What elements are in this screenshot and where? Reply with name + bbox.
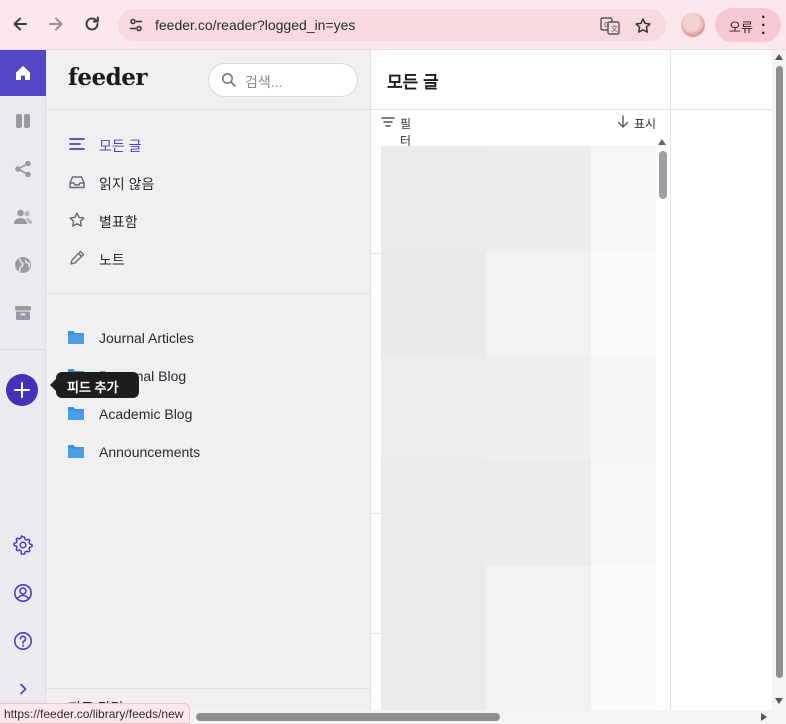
- plus-icon: [14, 382, 30, 398]
- row-divider: [371, 253, 381, 254]
- skeleton-block: [591, 146, 656, 251]
- search-input[interactable]: 검색...: [208, 63, 358, 97]
- folder-label: Journal Articles: [99, 330, 194, 346]
- row-divider: [371, 633, 381, 634]
- reader-header-divider: [671, 109, 775, 110]
- skeleton-thumb: [381, 251, 486, 356]
- skeleton-block: [591, 251, 656, 356]
- filter-label: 필터: [400, 117, 412, 148]
- sort-arrow-down-icon: [617, 115, 629, 128]
- site-info-icon[interactable]: [128, 17, 144, 33]
- profile-error-button[interactable]: 오류 · · ·: [715, 8, 781, 42]
- add-feed-tooltip: 피드 추가: [50, 372, 139, 398]
- rail-divider: [0, 349, 46, 350]
- page-vertical-scroll-thumb[interactable]: [776, 66, 783, 678]
- filter-icon: [381, 117, 395, 127]
- articles-title: 모든 글: [387, 73, 439, 92]
- forward-icon[interactable]: [42, 10, 70, 38]
- articles-header-divider: [371, 109, 671, 110]
- search-placeholder: 검색...: [245, 74, 283, 90]
- columns-icon[interactable]: [11, 109, 35, 133]
- nav-all-articles[interactable]: 모든 글: [68, 133, 348, 157]
- expand-chevron-icon[interactable]: [11, 677, 35, 701]
- settings-gear-icon[interactable]: [11, 533, 35, 557]
- nav-starred[interactable]: 별표함: [68, 209, 348, 233]
- back-icon[interactable]: [6, 10, 34, 38]
- translate-icon[interactable]: G文: [600, 16, 620, 36]
- skeleton-thumb: [381, 566, 486, 724]
- nav-label: 읽지 않음: [99, 176, 155, 192]
- error-label: 오류: [729, 20, 753, 35]
- skeleton-block: [486, 251, 591, 356]
- status-link-preview: https://feeder.co/library/feeds/new: [0, 703, 191, 724]
- team-icon[interactable]: [11, 205, 35, 229]
- skeleton-block: [486, 356, 591, 461]
- list-icon: [69, 138, 85, 150]
- row-divider: [371, 513, 381, 514]
- star-icon: [69, 212, 85, 227]
- skeleton-block: [591, 356, 656, 461]
- scroll-up-arrow-icon[interactable]: [658, 139, 666, 145]
- folder-icon: [68, 331, 84, 344]
- folder-icon: [68, 407, 84, 420]
- nav-label: 노트: [99, 252, 125, 268]
- page-horizontal-scroll-thumb[interactable]: [196, 713, 500, 721]
- skeleton-block: [591, 461, 656, 566]
- folder-academic-blog[interactable]: Academic Blog: [68, 403, 348, 427]
- bookmark-star-icon[interactable]: [633, 16, 653, 36]
- sidebar-header-divider: [46, 109, 370, 110]
- scroll-right-arrow-icon[interactable]: [761, 713, 767, 721]
- nav-unread[interactable]: 읽지 않음: [68, 171, 348, 195]
- reader-pane: [671, 50, 775, 724]
- nav-label: 별표함: [99, 214, 138, 230]
- scroll-up-arrow-icon[interactable]: [775, 54, 783, 60]
- reload-icon[interactable]: [78, 10, 106, 38]
- folder-label: Announcements: [99, 444, 201, 460]
- skeleton-block: [486, 146, 591, 251]
- url-text[interactable]: feeder.co/reader?logged_in=yes: [155, 17, 355, 33]
- sidebar-divider: [46, 293, 370, 294]
- account-icon[interactable]: [11, 581, 35, 605]
- svg-text:G: G: [604, 21, 609, 29]
- share-icon[interactable]: [11, 157, 35, 181]
- display-label: 표시: [634, 117, 657, 131]
- skeleton-block: [591, 566, 656, 724]
- address-bar[interactable]: feeder.co/reader?logged_in=yes G文: [118, 9, 666, 41]
- folder-icon: [68, 445, 84, 458]
- nav-notes[interactable]: 노트: [68, 247, 348, 271]
- feeder-logo[interactable]: feeder: [68, 64, 148, 91]
- sidebar-footer-divider: [46, 688, 370, 689]
- add-feed-button[interactable]: [6, 374, 38, 406]
- articles-column: 모든 글 필터 표시: [371, 50, 671, 724]
- nav-label: 모든 글: [99, 138, 142, 154]
- inbox-icon: [69, 176, 85, 189]
- search-icon: [222, 73, 236, 87]
- profile-avatar[interactable]: [681, 13, 705, 37]
- browser-toolbar: feeder.co/reader?logged_in=yes G文 오류 · · ·: [0, 0, 786, 50]
- left-rail: [0, 50, 46, 724]
- folder-label: Academic Blog: [99, 406, 193, 422]
- skeleton-thumb: [381, 461, 486, 566]
- skeleton-thumb: [381, 146, 486, 251]
- article-list-scroll-thumb[interactable]: [659, 151, 667, 199]
- scroll-down-arrow-icon[interactable]: [775, 698, 783, 704]
- skeleton-block: [486, 461, 591, 566]
- article-list-scrollbar[interactable]: [656, 138, 668, 708]
- more-vert-icon[interactable]: · · ·: [761, 10, 766, 42]
- folder-announcements[interactable]: Announcements: [68, 441, 348, 465]
- help-icon[interactable]: [11, 629, 35, 653]
- explore-globe-icon[interactable]: [11, 253, 35, 277]
- skeleton-block: [486, 566, 591, 724]
- folder-journal-articles[interactable]: Journal Articles: [68, 327, 348, 351]
- skeleton-thumb: [381, 356, 486, 461]
- svg-text:文: 文: [611, 24, 618, 33]
- pencil-icon: [70, 250, 85, 265]
- archive-icon[interactable]: [11, 301, 35, 325]
- home-icon[interactable]: [0, 50, 46, 96]
